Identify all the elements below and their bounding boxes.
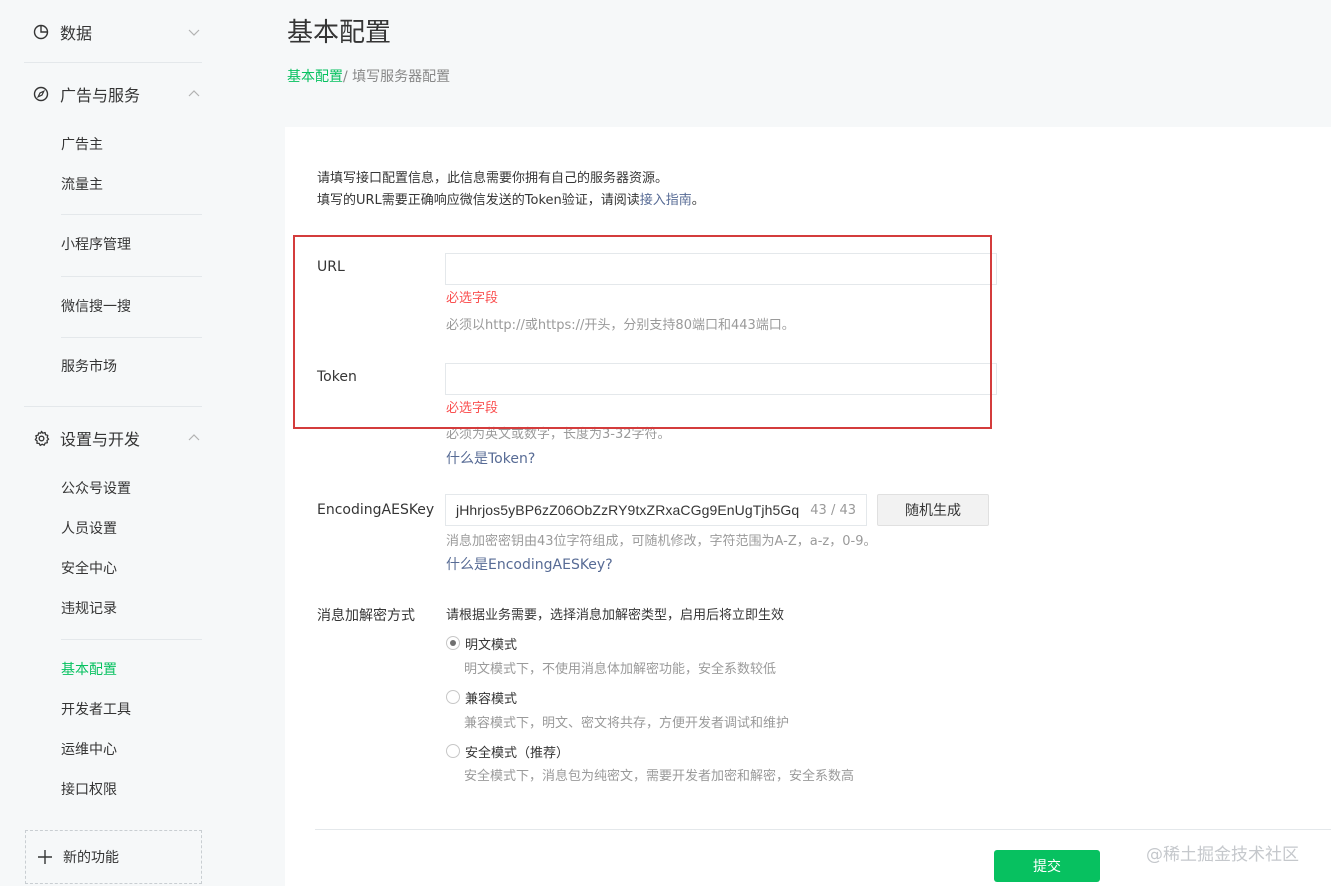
divider — [61, 337, 202, 338]
divider — [61, 214, 202, 215]
chevron-up-icon — [186, 86, 202, 102]
random-generate-button[interactable]: 随机生成 — [877, 494, 989, 526]
new-feature-label: 新的功能 — [63, 850, 119, 866]
intro-line-1: 请填写接口配置信息，此信息需要你拥有自己的服务器资源。 — [317, 171, 669, 186]
nav-section-settings-title: 设置与开发 — [60, 430, 141, 449]
sidebar-item-developer-tools[interactable]: 开发者工具 — [61, 700, 131, 720]
radio-compatible-label: 兼容模式 — [465, 691, 518, 707]
chevron-up-icon — [186, 430, 202, 446]
sidebar: 数据 广告与服务 广告主 流量主 小程序管理 微信搜一搜 服务市场 设置与开发 … — [0, 0, 230, 886]
submit-button[interactable]: 提交 — [994, 850, 1100, 882]
intro-line-2: 填写的URL需要正确响应微信发送的Token验证，请阅读接入指南。 — [317, 192, 705, 210]
aes-key-value: jHhrjos5yBP6zZ06ObZzRY9txZRxaCGg9EnUgTjh… — [456, 502, 800, 518]
divider — [315, 829, 1331, 830]
sidebar-item-security-center[interactable]: 安全中心 — [61, 559, 117, 579]
config-panel: 请填写接口配置信息，此信息需要你拥有自己的服务器资源。 填写的URL需要正确响应… — [285, 127, 1331, 886]
divider — [24, 62, 202, 63]
sidebar-item-miniprogram[interactable]: 小程序管理 — [61, 235, 131, 255]
aes-key-char-count: 43 / 43 — [810, 502, 856, 518]
plus-icon — [37, 849, 53, 865]
nav-section-data[interactable]: 数据 — [32, 12, 202, 52]
divider — [24, 406, 202, 407]
breadcrumb-current: / 填写服务器配置 — [343, 69, 451, 85]
chevron-down-icon — [186, 24, 202, 40]
url-input[interactable] — [445, 253, 997, 285]
url-label: URL — [317, 259, 345, 275]
aes-key-tip: 消息加密密钥由43位字符组成，可随机修改，字符范围为A-Z，a-z，0-9。 — [446, 534, 877, 549]
what-is-token-link[interactable]: 什么是Token? — [446, 449, 535, 469]
nav-section-ads-title: 广告与服务 — [60, 86, 141, 105]
divider — [61, 276, 202, 277]
nav-section-data-title: 数据 — [60, 24, 93, 43]
url-tip: 必须以http://或https://开头，分别支持80端口和443端口。 — [446, 318, 795, 333]
aes-key-label: EncodingAESKey — [317, 502, 435, 518]
sidebar-item-api-permissions[interactable]: 接口权限 — [61, 780, 117, 800]
secure-mode-desc: 安全模式下，消息包为纯密文，需要开发者加密和解密，安全系数高 — [464, 769, 855, 784]
sidebar-item-advertiser[interactable]: 广告主 — [61, 135, 103, 155]
sidebar-item-publisher[interactable]: 流量主 — [61, 175, 103, 195]
token-input[interactable] — [445, 363, 997, 395]
sidebar-item-account-settings[interactable]: 公众号设置 — [61, 479, 131, 499]
compatible-mode-desc: 兼容模式下，明文、密文将共存，方便开发者调试和维护 — [464, 716, 790, 731]
sidebar-item-wechat-search[interactable]: 微信搜一搜 — [61, 297, 131, 317]
encryption-mode-desc: 请根据业务需要，选择消息加解密类型，启用后将立即生效 — [446, 608, 785, 623]
new-feature-button[interactable]: 新的功能 — [25, 830, 202, 884]
radio-secure-mode[interactable]: 安全模式（推荐） — [446, 741, 569, 761]
pie-chart-icon — [32, 23, 50, 41]
gear-icon — [32, 429, 50, 447]
sidebar-item-member-settings[interactable]: 人员设置 — [61, 519, 117, 539]
breadcrumb: 基本配置/ 填写服务器配置 — [287, 68, 450, 86]
radio-plaintext-mode[interactable]: 明文模式 — [446, 633, 517, 653]
what-is-aes-key-link[interactable]: 什么是EncodingAESKey? — [446, 555, 613, 575]
radio-secure-label: 安全模式（推荐） — [465, 745, 570, 761]
nav-section-ads[interactable]: 广告与服务 — [32, 74, 202, 114]
intro-line-2-suffix: 。 — [691, 193, 705, 208]
radio-checked-icon — [446, 636, 460, 650]
sidebar-item-ops-center[interactable]: 运维中心 — [61, 740, 117, 760]
token-label: Token — [317, 369, 357, 385]
aes-key-input[interactable]: jHhrjos5yBP6zZ06ObZzRY9txZRxaCGg9EnUgTjh… — [445, 494, 867, 526]
token-error: 必选字段 — [446, 401, 499, 416]
access-guide-link[interactable]: 接入指南 — [640, 193, 692, 208]
radio-plaintext-label: 明文模式 — [465, 637, 518, 653]
watermark: @稀土掘金技术社区 — [1146, 845, 1299, 865]
divider — [61, 639, 202, 640]
radio-unchecked-icon — [446, 690, 460, 704]
compass-icon — [32, 85, 50, 103]
sidebar-item-service-market[interactable]: 服务市场 — [61, 357, 117, 377]
sidebar-item-basic-config[interactable]: 基本配置 — [61, 660, 117, 680]
sidebar-item-violations[interactable]: 违规记录 — [61, 599, 117, 619]
intro-line-2-prefix: 填写的URL需要正确响应微信发送的Token验证，请阅读 — [317, 193, 640, 208]
encryption-mode-label: 消息加解密方式 — [317, 608, 415, 624]
url-error: 必选字段 — [446, 291, 499, 306]
radio-unchecked-icon — [446, 744, 460, 758]
token-tip: 必须为英文或数字，长度为3-32字符。 — [446, 427, 671, 442]
breadcrumb-link-basic-config[interactable]: 基本配置 — [287, 69, 343, 85]
radio-compatible-mode[interactable]: 兼容模式 — [446, 687, 517, 707]
page-title: 基本配置 — [287, 18, 392, 48]
plaintext-mode-desc: 明文模式下，不使用消息体加解密功能，安全系数较低 — [464, 662, 777, 677]
nav-section-settings[interactable]: 设置与开发 — [32, 418, 202, 458]
